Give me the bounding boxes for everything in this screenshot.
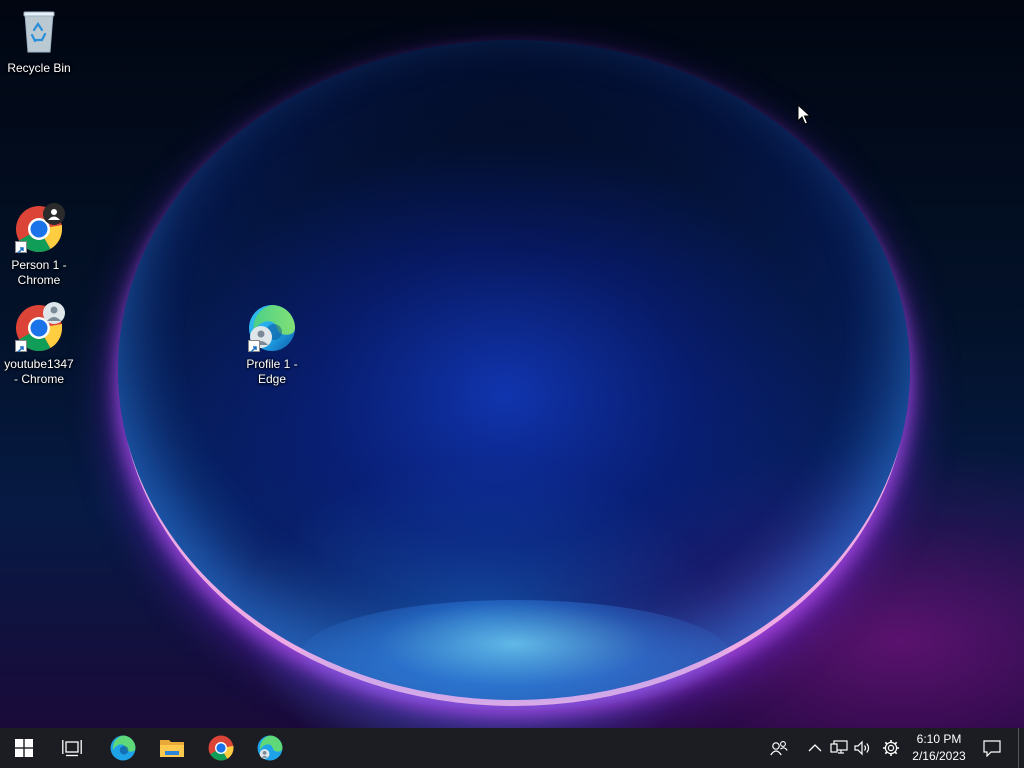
person-icon	[43, 203, 65, 225]
start-button[interactable]	[0, 728, 48, 768]
people-button[interactable]	[766, 728, 792, 768]
task-view-icon	[62, 740, 82, 757]
edge-icon	[257, 735, 283, 761]
edge-icon	[248, 304, 296, 353]
desktop-icon-label: Profile 1 - Edge	[246, 357, 298, 386]
chrome-taskbar-button[interactable]	[197, 728, 245, 768]
shortcut-arrow-icon	[248, 340, 260, 353]
chevron-up-icon	[808, 744, 822, 752]
network-button[interactable]	[828, 728, 850, 768]
file-explorer-button[interactable]	[148, 728, 196, 768]
desktop[interactable]: Recycle Bin Person 1 - Chrome youtube134…	[0, 0, 1024, 728]
desktop-icon-youtube-chrome[interactable]: youtube1347 - Chrome	[1, 302, 77, 387]
desktop-icon-label: Person 1 - Chrome	[11, 258, 67, 287]
gear-icon	[883, 740, 899, 756]
shortcut-arrow-icon	[15, 241, 27, 254]
network-icon	[830, 740, 848, 754]
show-hidden-icons-button[interactable]	[804, 728, 826, 768]
settings-button[interactable]	[879, 728, 903, 768]
notification-icon	[983, 739, 1001, 757]
taskbar: 6:10 PM 2/16/2023	[0, 728, 1024, 768]
edge-icon	[110, 735, 136, 761]
recycle-bin-icon	[15, 8, 63, 56]
action-center-button[interactable]	[978, 728, 1006, 768]
desktop-icon-person1-chrome[interactable]: Person 1 - Chrome	[1, 203, 77, 288]
show-desktop-button[interactable]	[1018, 728, 1024, 768]
chrome-icon	[15, 302, 65, 353]
task-view-button[interactable]	[48, 728, 96, 768]
clock-date: 2/16/2023	[912, 749, 966, 763]
edge-profile-taskbar-button[interactable]	[246, 728, 294, 768]
clock[interactable]: 6:10 PM 2/16/2023	[905, 728, 973, 768]
shortcut-arrow-icon	[15, 340, 27, 353]
desktop-icon-label: youtube1347 - Chrome	[4, 357, 74, 386]
volume-icon	[854, 740, 870, 756]
edge-taskbar-button[interactable]	[99, 728, 147, 768]
desktop-icon-label: Recycle Bin	[7, 61, 71, 75]
desktop-icon-profile1-edge[interactable]: Profile 1 - Edge	[234, 304, 310, 387]
folder-icon	[160, 740, 184, 757]
mouse-cursor-icon	[797, 103, 812, 131]
desktop-icon-recycle-bin[interactable]: Recycle Bin	[1, 8, 77, 76]
avatar-icon	[43, 302, 65, 324]
chrome-icon	[208, 735, 234, 761]
windows-icon	[15, 739, 33, 757]
chrome-icon	[15, 203, 65, 254]
people-icon	[770, 741, 788, 756]
clock-time: 6:10 PM	[916, 732, 962, 746]
volume-button[interactable]	[852, 728, 874, 768]
wallpaper-glow	[300, 600, 730, 710]
